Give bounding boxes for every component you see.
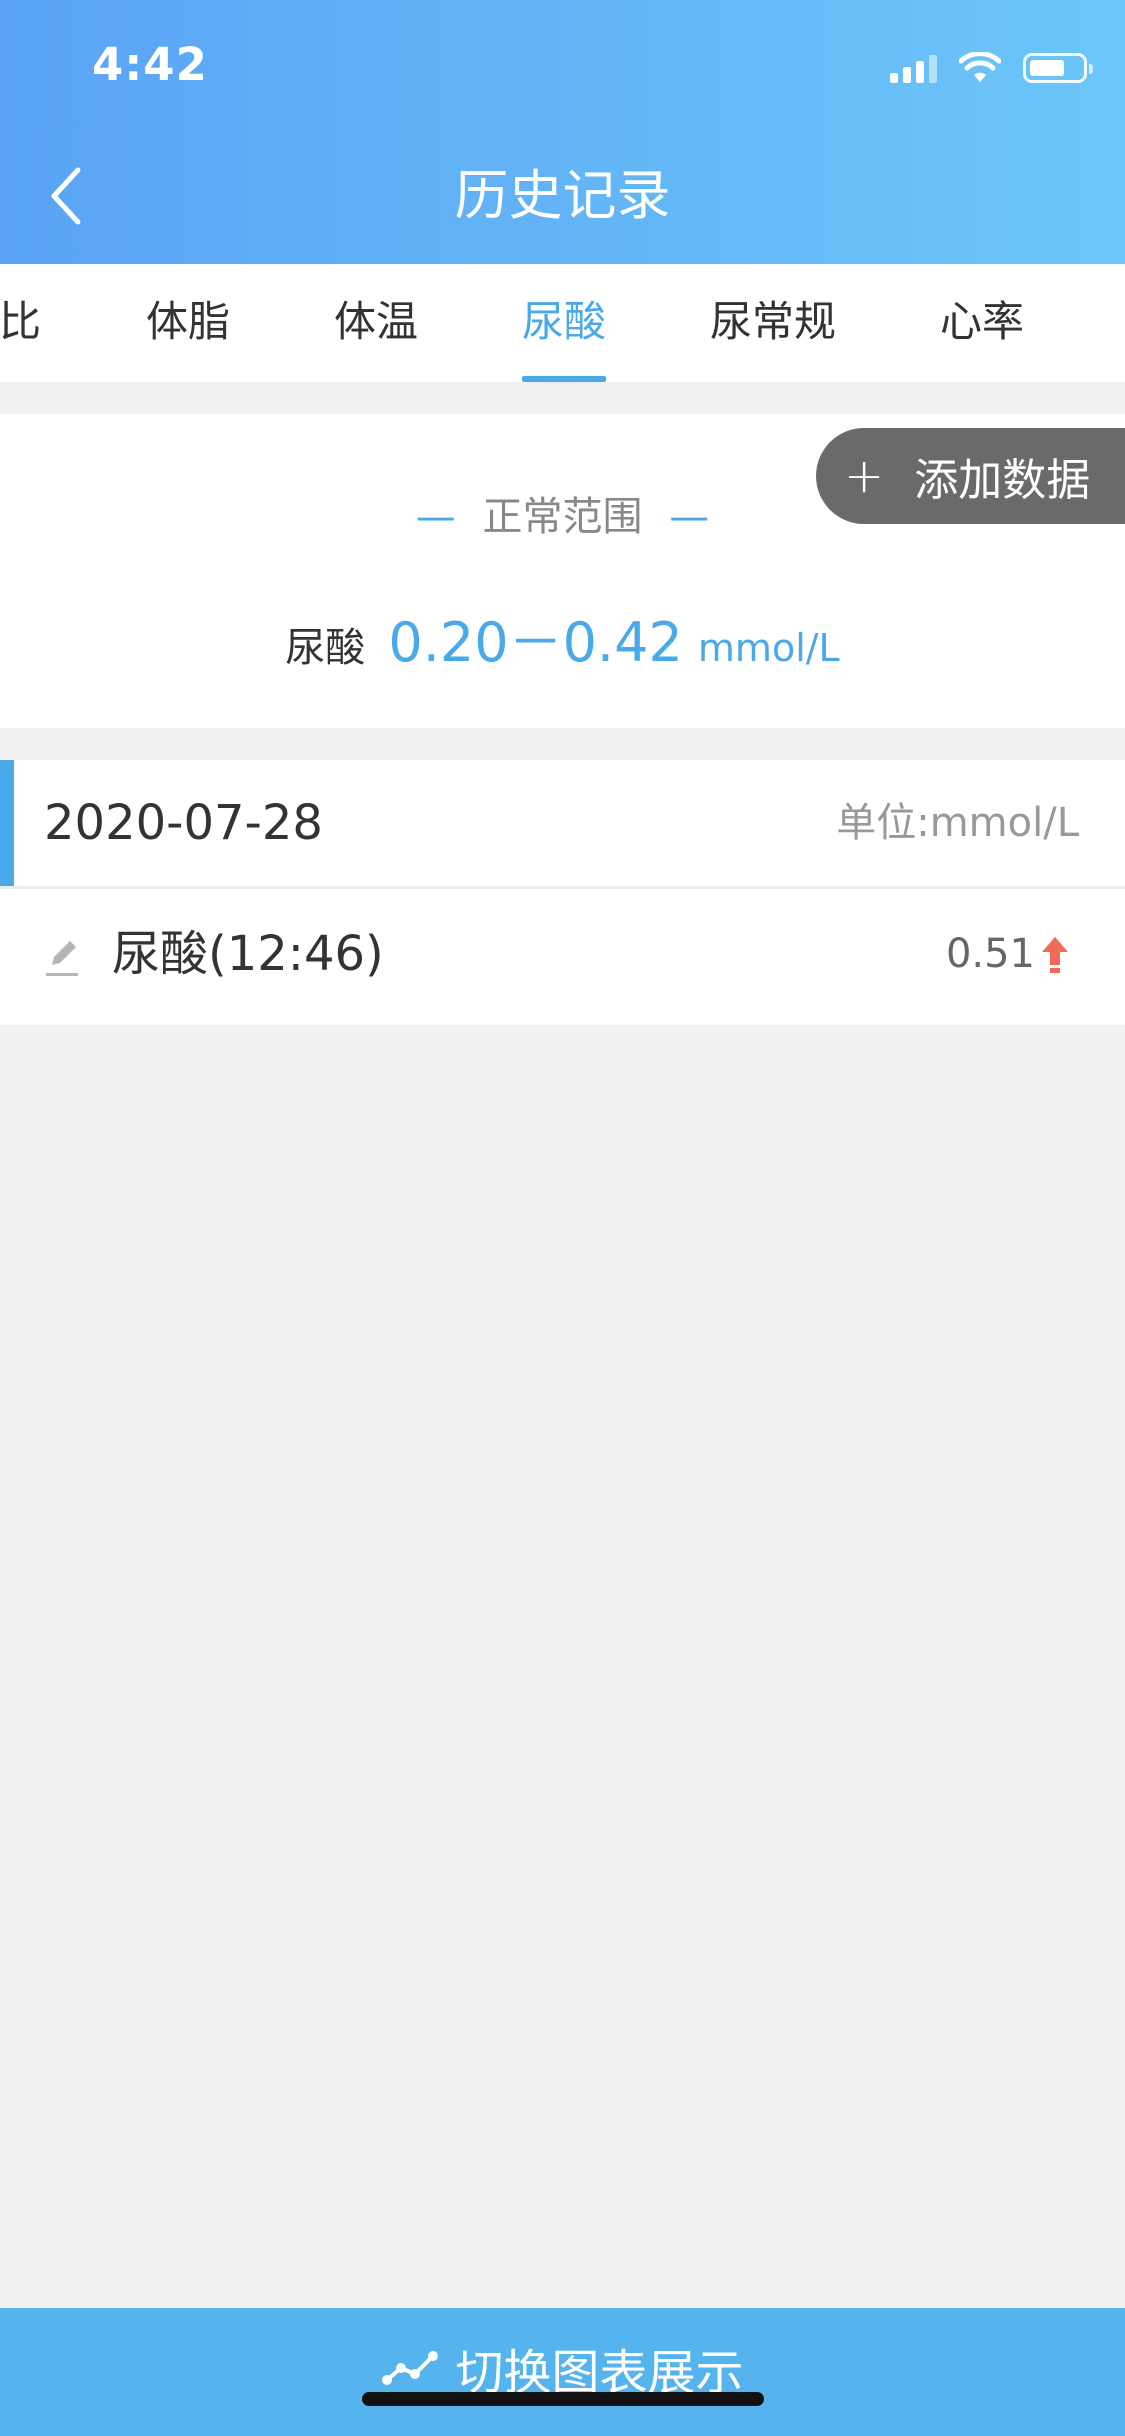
- wifi-icon: [959, 52, 1001, 82]
- page-title: 历史记录: [454, 164, 671, 227]
- range-unit: mmol/L: [697, 626, 840, 670]
- date-accent-bar: [0, 760, 14, 886]
- plus-icon: +: [844, 448, 885, 504]
- category-tabs: 比 体脂 体温 尿酸 尿常规 心率: [0, 264, 1125, 382]
- battery-icon: [1023, 53, 1093, 83]
- home-indicator[interactable]: [362, 2392, 764, 2406]
- status-time: 4:42: [92, 38, 208, 91]
- status-icons: [890, 48, 1093, 88]
- range-row: 尿酸 0.20－0.42 mmol/L: [0, 598, 1125, 677]
- group-date: 2020-07-28: [44, 795, 323, 851]
- active-tab-indicator: [522, 376, 606, 382]
- record-label: 尿酸(12:46): [112, 926, 384, 982]
- tab-body-temperature[interactable]: 体温: [334, 264, 418, 382]
- line-chart-icon: [382, 2351, 439, 2385]
- range-heading-dash-left: —: [415, 494, 456, 540]
- range-heading-dash-right: —: [669, 494, 710, 540]
- add-data-label: 添加数据: [914, 455, 1091, 506]
- add-data-button[interactable]: + 添加数据: [816, 428, 1125, 524]
- tab-urine-routine[interactable]: 尿常规: [710, 264, 836, 382]
- range-heading-text: 正常范围: [482, 494, 643, 540]
- date-group-header: 2020-07-28 单位:mmol/L: [0, 760, 1125, 886]
- range-name: 尿酸: [285, 625, 366, 671]
- tab-body-fat[interactable]: 体脂: [146, 264, 230, 382]
- tab-uric-acid[interactable]: 尿酸: [522, 264, 606, 382]
- list-item[interactable]: 尿酸(12:46) 0.51: [0, 889, 1125, 1025]
- edit-icon[interactable]: [42, 931, 82, 981]
- bottom-bar-content: 切换图表展示: [381, 2308, 744, 2428]
- unit-label: 单位:mmol/L: [836, 800, 1079, 846]
- tab-heart-rate[interactable]: 心率: [940, 264, 1024, 382]
- arrow-up-icon: [1042, 937, 1068, 973]
- switch-chart-button[interactable]: 切换图表展示: [0, 2308, 1125, 2436]
- record-value: 0.51: [945, 931, 1035, 977]
- header: 4:42 历史记录: [0, 0, 1125, 264]
- range-value: 0.20－0.42: [388, 611, 683, 674]
- cellular-signal-icon: [890, 53, 937, 83]
- tab-partial[interactable]: 比: [0, 264, 41, 382]
